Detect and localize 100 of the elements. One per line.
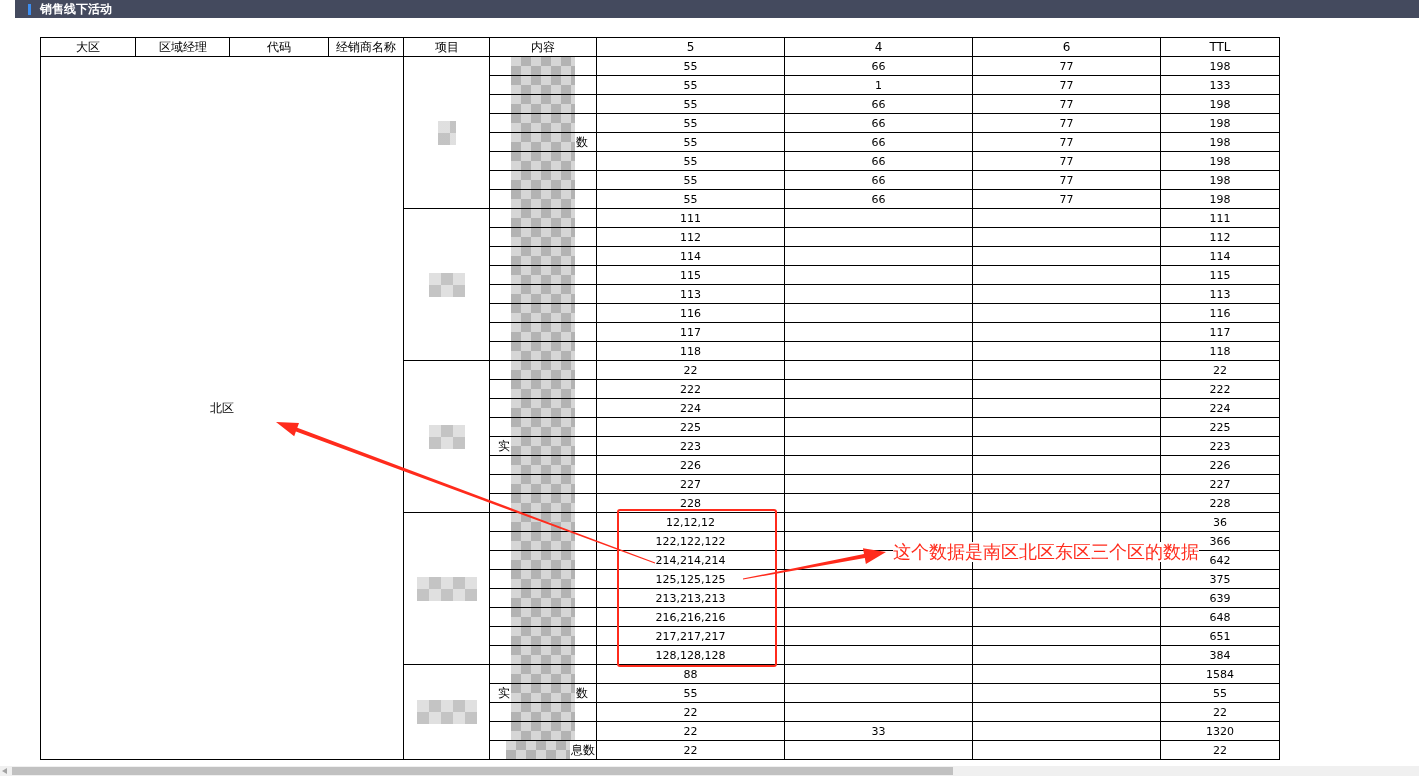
table-cell: 198: [1160, 170, 1280, 190]
mosaic-patch: [511, 152, 575, 170]
table-cell: 114: [596, 246, 785, 266]
column-header: 区域经理: [135, 37, 230, 57]
table-cell: 55: [596, 94, 785, 114]
table-cell: 639: [1160, 588, 1280, 608]
table-cell: 22: [1160, 360, 1280, 380]
column-header: TTL: [1160, 37, 1280, 57]
mosaic-patch: [511, 494, 575, 512]
mosaic-patch: [511, 418, 575, 436]
table-cell: 227: [1160, 474, 1280, 494]
table-cell: 12,12,12: [596, 512, 785, 532]
table-cell: 223: [1160, 436, 1280, 456]
mosaic-patch: [511, 114, 575, 132]
table-cell: 116: [1160, 303, 1280, 323]
mosaic-patch: [428, 272, 465, 297]
table-cell: 113: [596, 284, 785, 304]
column-header: 5: [596, 37, 785, 57]
table-cell: 55: [596, 113, 785, 133]
table-cell: 55: [596, 132, 785, 152]
table-cell: 222: [1160, 379, 1280, 399]
table-cell: 198: [1160, 56, 1280, 76]
table-cell: 77: [972, 75, 1161, 95]
table-cell: 55: [1160, 683, 1280, 703]
mosaic-patch: [428, 424, 465, 449]
table-cell: 118: [1160, 341, 1280, 361]
partial-text: 实: [497, 685, 511, 701]
mosaic-patch: [511, 475, 575, 493]
mosaic-patch: [511, 323, 575, 341]
table-cell: 112: [596, 227, 785, 247]
table-cell: 128,128,128: [596, 645, 785, 665]
table-cell: 66: [784, 170, 973, 190]
table-cell: 222: [596, 379, 785, 399]
table-cell: 22: [596, 702, 785, 722]
table-cell: 115: [596, 265, 785, 285]
table-cell: 111: [596, 208, 785, 228]
table-cell: 22: [596, 360, 785, 380]
mosaic-patch: [511, 570, 575, 588]
partial-text: 息数: [570, 742, 596, 758]
table-cell: 1584: [1160, 664, 1280, 684]
table-cell: 117: [1160, 322, 1280, 342]
mosaic-patch: [511, 285, 575, 303]
table-cell: 651: [1160, 626, 1280, 646]
mosaic-patch: [511, 722, 575, 740]
table-cell: 77: [972, 113, 1161, 133]
table-cell: 225: [596, 417, 785, 437]
table-cell: 198: [1160, 132, 1280, 152]
mosaic-patch: [511, 228, 575, 246]
mosaic-patch: [511, 76, 575, 94]
mosaic-patch: [511, 589, 575, 607]
column-header: 大区: [40, 37, 136, 57]
table-cell: 66: [784, 189, 973, 209]
table-cell: 216,216,216: [596, 607, 785, 627]
mosaic-patch: [511, 608, 575, 626]
mosaic-patch: [511, 57, 575, 75]
mosaic-patch: [511, 551, 575, 569]
mosaic-patch: [511, 342, 575, 360]
mosaic-patch: [437, 120, 456, 145]
mosaic-patch: [511, 665, 575, 683]
mosaic-patch: [511, 437, 575, 455]
table-cell: 55: [596, 683, 785, 703]
partial-text: 实: [497, 438, 511, 454]
mosaic-patch: [511, 247, 575, 265]
table-cell: 66: [784, 132, 973, 152]
table-cell: 22: [596, 740, 785, 760]
table-cell: 112: [1160, 227, 1280, 247]
partial-text: 数: [575, 134, 589, 150]
mosaic-patch: [511, 513, 575, 531]
table-cell: 198: [1160, 151, 1280, 171]
table-cell: 22: [1160, 740, 1280, 760]
table-cell: 88: [596, 664, 785, 684]
table-cell: 55: [596, 75, 785, 95]
table-cell: 111: [1160, 208, 1280, 228]
table-cell: 198: [1160, 189, 1280, 209]
table-cell: 33: [784, 721, 973, 741]
scroll-left-icon[interactable]: [2, 768, 7, 774]
table-cell: 115: [1160, 265, 1280, 285]
table-cell: 66: [784, 113, 973, 133]
table-cell: 66: [784, 94, 973, 114]
table-cell: 225: [1160, 417, 1280, 437]
table-cell: 648: [1160, 607, 1280, 627]
table-cell: 55: [596, 189, 785, 209]
table-cell: 55: [596, 56, 785, 76]
table-cell: 133: [1160, 75, 1280, 95]
table-cell: 77: [972, 151, 1161, 171]
mosaic-patch: [511, 399, 575, 417]
horizontal-scrollbar[interactable]: [0, 766, 1419, 776]
mosaic-patch: [511, 532, 575, 550]
table-cell: 77: [972, 170, 1161, 190]
table-cell: 227: [596, 474, 785, 494]
column-header: 经销商名称: [328, 37, 404, 57]
table-cell: 118: [596, 341, 785, 361]
table-cell: 228: [596, 493, 785, 513]
accent-bar: [28, 3, 31, 15]
table-cell: 217,217,217: [596, 626, 785, 646]
mosaic-patch: [511, 171, 575, 189]
table-cell: 36: [1160, 512, 1280, 532]
column-header: 4: [784, 37, 973, 57]
scrollbar-thumb[interactable]: [12, 767, 953, 775]
table-cell: 66: [784, 151, 973, 171]
